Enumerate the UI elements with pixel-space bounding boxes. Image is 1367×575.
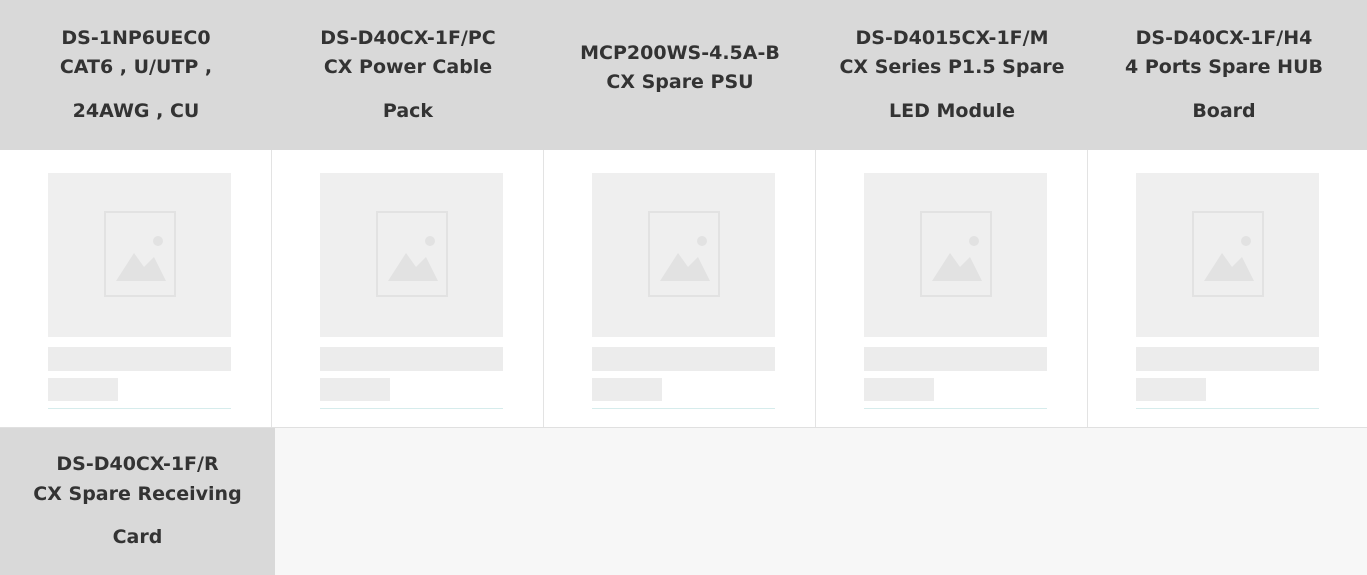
product-card-3[interactable] xyxy=(816,150,1088,427)
product-card-0[interactable] xyxy=(0,150,272,427)
product-desc-line: CX Power Cable xyxy=(323,56,493,79)
skeleton-title-bar xyxy=(48,347,231,371)
product-desc-line: Pack xyxy=(382,99,434,122)
skeleton-divider xyxy=(1136,408,1319,409)
product-image-placeholder xyxy=(864,173,1047,337)
product-title-4: DS-D40CX-1F/H4 4 Ports Spare HUB Board xyxy=(1125,24,1323,126)
empty-area xyxy=(275,428,1367,575)
product-card-1[interactable] xyxy=(272,150,544,427)
skeleton-divider xyxy=(48,408,231,409)
product-model: DS-1NP6UEC0 xyxy=(61,26,211,49)
product-desc-line: Card xyxy=(112,526,163,549)
product-image-placeholder xyxy=(1136,173,1319,337)
product-model: MCP200WS-4.5A-B xyxy=(580,41,780,64)
product-title-1: DS-D40CX-1F/PC CX Power Cable Pack xyxy=(320,24,496,126)
product-model: DS-D40CX-1F/R xyxy=(56,453,219,476)
product-title-3: DS-D4015CX-1F/M CX Series P1.5 Spare LED… xyxy=(839,24,1064,126)
product-header-4[interactable]: DS-D40CX-1F/H4 4 Ports Spare HUB Board xyxy=(1088,0,1360,150)
skeleton-title-bar xyxy=(320,347,503,371)
product-image-row xyxy=(0,150,1367,428)
product-header-2[interactable]: MCP200WS-4.5A-B CX Spare PSU xyxy=(544,0,816,150)
product-card-4[interactable] xyxy=(1088,150,1360,427)
skeleton-divider xyxy=(864,408,1047,409)
product-desc-line: 24AWG , CU xyxy=(72,99,200,122)
product-header-3[interactable]: DS-D4015CX-1F/M CX Series P1.5 Spare LED… xyxy=(816,0,1088,150)
skeleton-subtitle-bar xyxy=(592,378,662,401)
product-desc-line: Board xyxy=(1192,99,1256,122)
product-desc-line: CAT6 , U/UTP , xyxy=(59,56,213,79)
skeleton-divider xyxy=(320,408,503,409)
product-card-2[interactable] xyxy=(544,150,816,427)
product-image-placeholder xyxy=(592,173,775,337)
image-placeholder-icon xyxy=(376,211,448,297)
image-placeholder-icon xyxy=(104,211,176,297)
product-title-5: DS-D40CX-1F/R CX Spare Receiving Card xyxy=(33,450,241,552)
product-model: DS-D40CX-1F/PC xyxy=(320,26,496,49)
product-title-0: DS-1NP6UEC0 CAT6 , U/UTP , 24AWG , CU xyxy=(60,24,212,126)
product-image-placeholder xyxy=(320,173,503,337)
skeleton-title-bar xyxy=(1136,347,1319,371)
product-model: DS-D4015CX-1F/M xyxy=(855,26,1049,49)
skeleton-title-bar xyxy=(864,347,1047,371)
product-header-1[interactable]: DS-D40CX-1F/PC CX Power Cable Pack xyxy=(272,0,544,150)
product-desc-line: CX Spare Receiving xyxy=(33,482,242,505)
product-title-2: MCP200WS-4.5A-B CX Spare PSU xyxy=(580,39,780,98)
product-desc-line: CX Series P1.5 Spare xyxy=(839,56,1065,79)
image-placeholder-icon xyxy=(920,211,992,297)
product-desc-line: 4 Ports Spare HUB xyxy=(1125,56,1323,79)
product-desc-line: CX Spare PSU xyxy=(606,71,754,93)
product-header-row: DS-1NP6UEC0 CAT6 , U/UTP , 24AWG , CU DS… xyxy=(0,0,1367,150)
skeleton-subtitle-bar xyxy=(1136,378,1206,401)
skeleton-title-bar xyxy=(592,347,775,371)
product-image-placeholder xyxy=(48,173,231,337)
skeleton-divider xyxy=(592,408,775,409)
product-model: DS-D40CX-1F/H4 xyxy=(1135,26,1313,49)
skeleton-subtitle-bar xyxy=(320,378,390,401)
product-desc-line: LED Module xyxy=(889,99,1015,122)
product-grid: DS-1NP6UEC0 CAT6 , U/UTP , 24AWG , CU DS… xyxy=(0,0,1367,575)
product-header-5[interactable]: DS-D40CX-1F/R CX Spare Receiving Card xyxy=(0,428,275,575)
skeleton-subtitle-bar xyxy=(864,378,934,401)
image-placeholder-icon xyxy=(1192,211,1264,297)
skeleton-subtitle-bar xyxy=(48,378,118,401)
product-bottom-row: DS-D40CX-1F/R CX Spare Receiving Card xyxy=(0,428,1367,575)
image-placeholder-icon xyxy=(648,211,720,297)
product-header-0[interactable]: DS-1NP6UEC0 CAT6 , U/UTP , 24AWG , CU xyxy=(0,0,272,150)
